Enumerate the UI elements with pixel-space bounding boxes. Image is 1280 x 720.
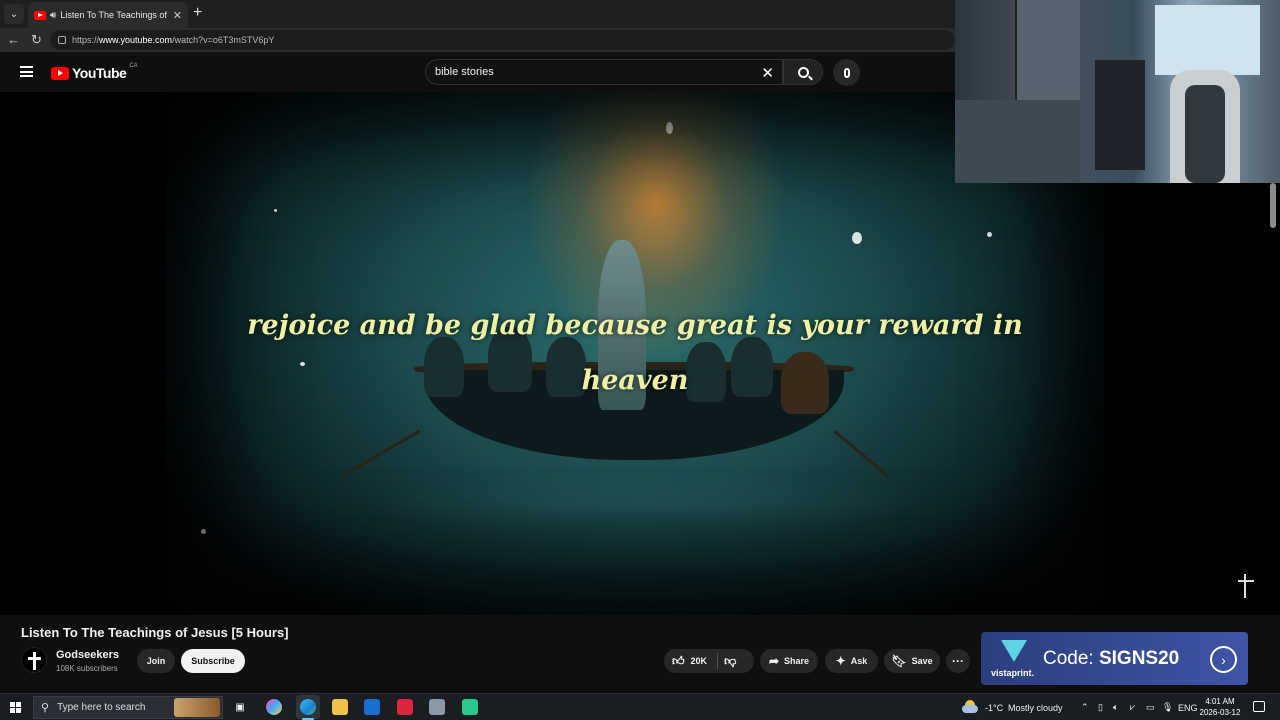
app-icon-green[interactable] (462, 699, 478, 715)
channel-name[interactable]: Godseekers (56, 649, 119, 661)
ad-promo-code: Code: SIGNS20 (1043, 648, 1180, 669)
menu-icon[interactable] (20, 66, 33, 77)
youtube-play-icon (51, 66, 69, 80)
language-indicator[interactable]: ENG (1178, 694, 1198, 720)
overlay-text-line-1: rejoice and be glad because great is you… (247, 310, 1023, 341)
taskbar-search-placeholder: Type here to search (57, 702, 146, 713)
share-button[interactable]: ➦ Share (760, 649, 818, 673)
close-tab-icon[interactable]: ✕ (173, 9, 182, 22)
share-label: Share (784, 656, 810, 666)
tab-title: Listen To The Teachings of Jes (60, 10, 168, 20)
reload-icon[interactable]: ↻ (31, 32, 42, 48)
search-highlight-image (174, 698, 220, 717)
browser-tab-active[interactable]: 🔊︎ Listen To The Teachings of Jes ✕ (28, 2, 188, 28)
search-query: bible stories (435, 66, 494, 78)
copilot-icon[interactable] (266, 699, 282, 715)
chevron-right-icon[interactable]: › (1210, 646, 1237, 673)
webcam-overlay (955, 0, 1280, 183)
search-button[interactable] (783, 59, 823, 85)
clear-search-icon[interactable]: ✕ (761, 64, 774, 82)
video-title: Listen To The Teachings of Jesus [5 Hour… (21, 625, 289, 640)
cam-window (1155, 5, 1260, 75)
temperature[interactable]: -1°C (985, 694, 1003, 720)
site-info-icon[interactable] (58, 36, 66, 44)
edge-browser-icon[interactable] (300, 699, 316, 715)
page-scrollbar[interactable] (1270, 183, 1276, 228)
youtube-favicon-icon (34, 10, 46, 20)
youtube-logo[interactable]: YouTube CA (51, 63, 138, 81)
weather-text[interactable]: Mostly cloudy (1008, 694, 1063, 720)
sparkle-icon: ✦ (835, 654, 846, 668)
channel-watermark-icon[interactable] (1238, 574, 1254, 598)
speaker-icon[interactable]: 🔊︎ (50, 10, 56, 21)
search-input[interactable]: bible stories ✕ (425, 59, 783, 85)
address-bar[interactable]: https://www.youtube.com/watch?v=o6T3mSTV… (50, 30, 955, 50)
mail-icon[interactable] (364, 699, 380, 715)
sponsored-ad-banner[interactable]: vistaprint. Code: SIGNS20 › (981, 632, 1248, 685)
join-button[interactable]: Join (137, 649, 175, 673)
back-icon[interactable]: ← (7, 32, 20, 47)
search-icon: ⚲ (41, 702, 50, 714)
windows-start-icon[interactable] (10, 702, 21, 713)
thumbs-down-icon[interactable]: 👎︎ (724, 654, 736, 669)
share-icon: ➦ (768, 654, 780, 668)
clock-date: 2026-03-12 (1199, 708, 1241, 717)
tab-list-button[interactable]: ⌄ (4, 4, 24, 24)
device-icon[interactable]: ▯ (1098, 694, 1103, 720)
bookmark-icon: 🔖︎ (891, 654, 907, 668)
divider (717, 653, 719, 669)
taskbar-search-box[interactable]: ⚲ Type here to search (33, 696, 223, 719)
like-dislike-group: 👍︎ 20K 👎︎ (664, 649, 754, 673)
save-button[interactable]: 🔖︎ Save (884, 649, 940, 673)
thumbs-up-icon[interactable]: 👍︎ (672, 654, 685, 669)
gift-app-icon[interactable] (397, 699, 413, 715)
ask-label: Ask (850, 656, 868, 666)
search-icon (797, 66, 809, 78)
new-tab-button[interactable]: + (193, 4, 202, 22)
voice-search-button[interactable] (833, 59, 860, 86)
weather-icon[interactable] (962, 700, 978, 714)
file-explorer-icon[interactable] (332, 699, 348, 715)
cam-bed (955, 100, 1080, 183)
clock-time: 4:01 AM (1205, 697, 1235, 706)
vistaprint-logo-icon (1001, 640, 1027, 662)
system-clock[interactable]: 4:01 AM 2026-03-12 (1196, 696, 1244, 718)
subscribe-button[interactable]: Subscribe (181, 649, 245, 673)
chevron-down-icon: ⌄ (9, 8, 19, 20)
ad-brand: vistaprint. (991, 668, 1035, 678)
channel-avatar[interactable] (21, 647, 47, 673)
more-actions-button[interactable]: ··· (946, 649, 970, 673)
ask-button[interactable]: ✦ Ask (825, 649, 878, 673)
like-count[interactable]: 20K (691, 656, 708, 666)
microphone-icon[interactable]: 🎙︎ (1162, 694, 1173, 720)
volume-icon[interactable]: 🔈︎ (1113, 694, 1118, 720)
subscriber-count: 108K subscribers (56, 664, 118, 673)
chevron-up-icon[interactable]: ⌃ (1081, 694, 1089, 720)
notification-icon[interactable] (1253, 701, 1265, 712)
cam-shelf (1095, 60, 1145, 170)
network-icon[interactable]: ⩗ (1130, 694, 1135, 720)
task-view-icon[interactable]: ▣ (232, 699, 248, 715)
cam-chair (1170, 70, 1240, 183)
save-label: Save (911, 656, 933, 666)
microphone-icon (843, 67, 850, 78)
overlay-text-line-2: heaven (581, 365, 689, 396)
windows-taskbar: ⚲ Type here to search ▣ -1°C Mostly clou… (0, 693, 1280, 720)
display-icon[interactable]: ▭ (1146, 694, 1155, 720)
app-icon[interactable] (429, 699, 445, 715)
url-text: https://www.youtube.com/watch?v=o6T3mSTV… (72, 35, 275, 45)
